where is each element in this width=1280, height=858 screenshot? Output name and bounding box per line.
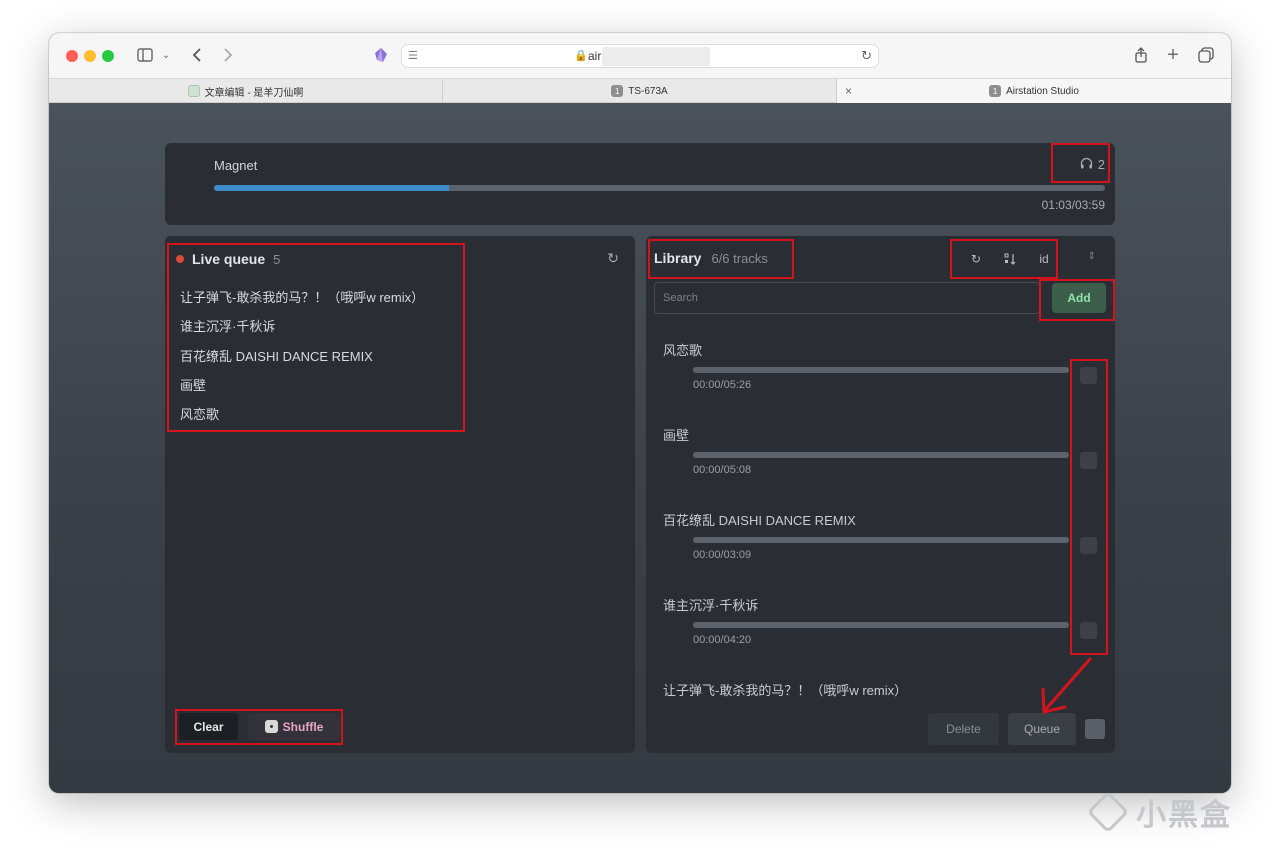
sort-by-id-toggle[interactable]: id (1027, 249, 1061, 269)
lock-icon: 🔒 (574, 50, 588, 62)
watermark-text: 小黑盒 (1136, 798, 1232, 833)
redacted-url-mask (602, 47, 710, 66)
track-progress-bar[interactable] (693, 452, 1069, 458)
tab-label: Airstation Studio (1006, 85, 1079, 97)
library-search-input[interactable] (654, 282, 1040, 314)
back-icon[interactable] (188, 43, 206, 67)
extension-icon[interactable] (371, 43, 391, 67)
track-time: 00:00/05:26 (693, 379, 752, 391)
shuffle-label: Shuffle (282, 719, 324, 734)
track-select-checkbox[interactable] (1080, 367, 1097, 384)
track-time: 00:00/05:08 (693, 464, 752, 476)
live-queue-title: Live queue (192, 251, 266, 267)
track-progress-bar[interactable] (693, 367, 1069, 373)
track-name: 让子弹飞-敢杀我的马？！（哦呼w remix） (663, 683, 908, 698)
reload-icon[interactable]: ↻ (861, 48, 872, 64)
playback-progress-fill (214, 185, 450, 191)
track-progress-bar[interactable] (693, 622, 1069, 628)
live-queue-list: 让子弹飞-敢杀我的马？！（哦呼w remix） 谁主沉浮·千秋诉 百花缭乱 DA… (180, 287, 424, 433)
watermark-logo-icon (1086, 790, 1130, 834)
refresh-queue-icon[interactable]: ↻ (607, 250, 619, 267)
queue-item[interactable]: 百花缭乱 DAISHI DANCE REMIX (180, 346, 424, 375)
minimize-window-button[interactable] (84, 50, 96, 62)
clear-queue-button[interactable]: Clear (179, 713, 238, 740)
tab-badge: 1 (989, 85, 1002, 97)
sort-order-icon[interactable] (993, 249, 1027, 269)
library-track-row[interactable]: 画壁 00:00/05:08 (646, 411, 1116, 496)
now-playing-title: Magnet (214, 158, 258, 173)
library-toolbar: ↻ id (959, 249, 1061, 269)
browser-window: ⌄ ☰ 🔒 air ↻ + 文章编辑 - 是羊刀仙啊 1 TS-673A 1 A… (49, 33, 1231, 793)
library-title: Library (654, 250, 702, 266)
sidebar-toggle-icon[interactable] (135, 43, 155, 67)
queue-item[interactable]: 风恋歌 (180, 404, 424, 433)
track-select-checkbox[interactable] (1080, 537, 1097, 554)
shuffle-queue-button[interactable]: Shuffle (248, 713, 340, 740)
sort-select-chevron-icon[interactable]: ⇕ (1088, 251, 1096, 262)
track-select-checkbox[interactable] (1080, 452, 1097, 469)
new-tab-icon[interactable]: + (1163, 43, 1183, 67)
library-track-list: 风恋歌 00:00/05:26 画壁 00:00/05:08 百花缭乱 DAIS… (646, 326, 1116, 700)
dice-icon (264, 720, 278, 733)
delete-tracks-button[interactable]: Delete (928, 713, 999, 745)
queue-item[interactable]: 谁主沉浮·千秋诉 (180, 316, 424, 345)
page-settings-icon[interactable]: ☰ (408, 49, 418, 62)
library-track-count: 6/6 tracks (711, 251, 768, 266)
live-queue-header: Live queue 5 (176, 251, 280, 267)
watermark: 小黑盒 (1086, 790, 1248, 834)
library-track-row[interactable]: 风恋歌 00:00/05:26 (646, 326, 1116, 411)
listener-count: 2 (1080, 157, 1105, 172)
forward-icon[interactable] (219, 43, 237, 67)
track-time: 00:00/03:09 (693, 549, 752, 561)
track-time: 00:00/04:20 (693, 634, 752, 646)
tab-overview-icon[interactable] (1196, 43, 1216, 67)
track-name: 风恋歌 (663, 343, 703, 358)
zoom-window-button[interactable] (102, 50, 114, 62)
close-window-button[interactable] (66, 50, 78, 62)
tab-label: TS-673A (628, 85, 668, 97)
tab-ts-673a[interactable]: 1 TS-673A (443, 79, 837, 103)
track-select-checkbox[interactable] (1080, 622, 1097, 639)
listener-count-value: 2 (1097, 157, 1105, 172)
library-header: Library 6/6 tracks (654, 250, 768, 266)
track-name: 谁主沉浮·千秋诉 (663, 598, 759, 613)
track-name: 画壁 (663, 428, 690, 443)
browser-toolbar: ⌄ ☰ 🔒 air ↻ + (49, 33, 1231, 78)
share-icon[interactable] (1131, 43, 1151, 67)
add-track-button[interactable]: Add (1052, 283, 1106, 313)
tab-favicon (187, 85, 200, 97)
close-tab-icon[interactable]: × (845, 84, 852, 98)
queue-item[interactable]: 画壁 (180, 375, 424, 404)
playback-progress-bar[interactable] (214, 185, 1105, 191)
track-name: 百花缭乱 DAISHI DANCE REMIX (663, 513, 856, 528)
address-bar[interactable]: ☰ 🔒 air ↻ (401, 44, 879, 68)
tab-label: 文章编辑 - 是羊刀仙啊 (204, 87, 304, 99)
tab-airstation-studio[interactable]: 1 Airstation Studio (837, 79, 1231, 103)
live-queue-count: 5 (273, 251, 281, 267)
now-playing-panel: Magnet 2 01:03/03:59 (165, 143, 1115, 225)
playback-time: 01:03/03:59 (1041, 198, 1105, 212)
tab-bar: 文章编辑 - 是羊刀仙啊 1 TS-673A 1 Airstation Stud… (49, 78, 1231, 103)
track-progress-bar[interactable] (693, 537, 1069, 543)
airstation-app: Magnet 2 01:03/03:59 Live queue 5 ↻ 让子弹飞… (49, 103, 1231, 793)
tab-article-editor[interactable]: 文章编辑 - 是羊刀仙啊 (49, 79, 443, 103)
library-track-row[interactable]: 百花缭乱 DAISHI DANCE REMIX 00:00/03:09 (646, 496, 1116, 581)
live-queue-panel: Live queue 5 ↻ 让子弹飞-敢杀我的马？！（哦呼w remix） 谁… (165, 236, 635, 753)
headphones-icon (1080, 157, 1093, 172)
chevron-down-icon[interactable]: ⌄ (159, 43, 173, 67)
refresh-library-icon[interactable]: ↻ (959, 249, 993, 269)
queue-item[interactable]: 让子弹飞-敢杀我的马？！（哦呼w remix） (180, 287, 424, 316)
tab-badge: 1 (611, 85, 624, 97)
live-indicator-dot (176, 255, 184, 263)
annotation-arrow-icon (1041, 657, 1092, 714)
url-text: air (588, 49, 602, 63)
